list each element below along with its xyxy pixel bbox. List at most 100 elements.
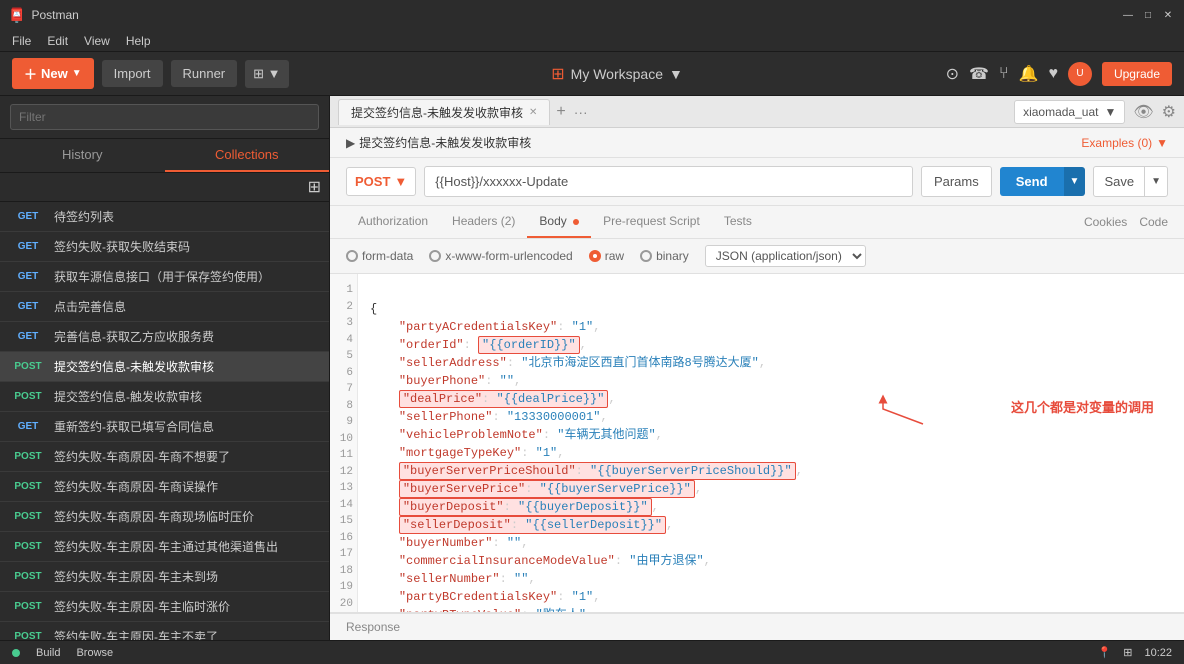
new-button[interactable]: ＋ New ▼ — [12, 58, 94, 89]
more-tabs-button[interactable]: ··· — [570, 104, 592, 120]
status-indicator — [12, 649, 20, 657]
minimize-button[interactable]: — — [1120, 7, 1136, 23]
eye-icon[interactable]: 👁 — [1133, 102, 1153, 122]
environment-selector[interactable]: xiaomada_uat ▼ — [1014, 100, 1125, 124]
workspace-label[interactable]: ⊞ My Workspace ▼ — [551, 64, 683, 84]
toolbar-right: ⊙ ☎ ⑂ 🔔 ♥ U Upgrade — [946, 62, 1172, 86]
radar-icon[interactable]: ⊙ — [946, 64, 959, 84]
method-badge: POST — [10, 390, 46, 403]
radio-urlencoded[interactable]: x-www-form-urlencoded — [429, 249, 572, 263]
examples-label: Examples (0) — [1081, 136, 1152, 150]
params-button[interactable]: Params — [921, 166, 992, 197]
radio-dot-selected — [589, 250, 601, 262]
body-indicator — [573, 219, 579, 225]
add-tab-button[interactable]: + — [552, 103, 569, 121]
method-badge: GET — [10, 300, 46, 313]
code-link[interactable]: Code — [1139, 207, 1168, 237]
send-button[interactable]: Send — [1000, 167, 1064, 196]
list-item[interactable]: GET 重新签约-获取已填写合同信息 ··· — [0, 412, 329, 442]
item-label: 签约失败-获取失败结束码 — [54, 238, 319, 255]
breadcrumb-arrow: ▶ — [346, 136, 355, 150]
maximize-button[interactable]: □ — [1140, 7, 1156, 23]
browse-button[interactable]: Browse — [76, 647, 113, 659]
item-label: 签约失败-车主原因-车主通过其他渠道售出 — [54, 538, 319, 555]
tab-pre-request[interactable]: Pre-request Script — [591, 206, 712, 238]
url-input[interactable] — [424, 166, 913, 197]
method-badge: POST — [10, 630, 46, 640]
build-button[interactable]: Build — [36, 647, 60, 659]
method-badge: GET — [10, 210, 46, 223]
item-label: 完善信息-获取乙方应收服务费 — [54, 328, 319, 345]
menu-view[interactable]: View — [76, 32, 118, 50]
grid-bottom-icon[interactable]: ⊞ — [1123, 646, 1132, 659]
location-icon[interactable]: 📍 — [1098, 646, 1112, 659]
list-item[interactable]: POST 签约失败-车主原因-车主未到场 — [0, 562, 329, 592]
send-dropdown-button[interactable]: ▼ — [1064, 167, 1086, 196]
fork-icon[interactable]: ⑂ — [999, 65, 1009, 83]
tab-collections[interactable]: Collections — [165, 139, 330, 172]
method-badge: POST — [10, 540, 46, 553]
list-item[interactable]: GET 点击完善信息 — [0, 292, 329, 322]
tab-close-icon[interactable]: ✕ — [529, 107, 537, 118]
dropdown-arrow-icon: ▼ — [72, 68, 82, 79]
phone-icon[interactable]: ☎ — [969, 64, 989, 84]
menubar: File Edit View Help — [0, 30, 1184, 52]
upgrade-button[interactable]: Upgrade — [1102, 62, 1172, 86]
request-tab[interactable]: 提交签约信息-未触发发收款审核 ✕ — [338, 99, 550, 125]
tab-tests[interactable]: Tests — [712, 206, 764, 238]
item-label: 获取车源信息接口（用于保存签约使用） — [54, 268, 319, 285]
save-dropdown-button[interactable]: ▼ — [1145, 166, 1168, 197]
environment-label: xiaomada_uat — [1023, 105, 1098, 119]
radio-form-data[interactable]: form-data — [346, 249, 413, 263]
tab-authorization[interactable]: Authorization — [346, 206, 440, 238]
list-item[interactable]: GET 待签约列表 — [0, 202, 329, 232]
list-item[interactable]: POST 签约失败-车主原因-车主不卖了 — [0, 622, 329, 640]
import-button[interactable]: Import — [102, 60, 163, 87]
app-icon: 📮 — [8, 7, 25, 24]
radio-binary[interactable]: binary — [640, 249, 689, 263]
search-input[interactable] — [10, 104, 319, 130]
method-badge: GET — [10, 330, 46, 343]
tab-body[interactable]: Body — [527, 206, 591, 238]
list-item[interactable]: POST 签约失败-车商原因-车商不想要了 — [0, 442, 329, 472]
add-collection-icon[interactable]: ⊞ — [308, 177, 321, 197]
method-select[interactable]: POST ▼ — [346, 167, 416, 196]
list-item[interactable]: POST 签约失败-车商原因-车商误操作 — [0, 472, 329, 502]
radio-raw[interactable]: raw — [589, 249, 624, 263]
list-item[interactable]: GET 获取车源信息接口（用于保存签约使用） — [0, 262, 329, 292]
item-label: 重新签约-获取已填写合同信息 — [54, 418, 305, 435]
main-layout: History Collections ⊞ GET 待签约列表 GET 签约失败… — [0, 96, 1184, 640]
save-button[interactable]: Save — [1093, 166, 1145, 197]
sync-button[interactable]: ⊞ ▼ — [245, 60, 288, 88]
list-item[interactable]: POST 签约失败-车商原因-车商现场临时压价 — [0, 502, 329, 532]
json-format-select[interactable]: JSON (application/json) — [705, 245, 866, 267]
examples-link[interactable]: Examples (0) ▼ — [1081, 136, 1168, 150]
list-item[interactable]: POST 签约失败-车主原因-车主通过其他渠道售出 — [0, 532, 329, 562]
method-badge: GET — [10, 420, 46, 433]
method-badge: POST — [10, 570, 46, 583]
radio-dot — [640, 250, 652, 262]
response-label: Response — [346, 620, 400, 634]
menu-file[interactable]: File — [4, 32, 39, 50]
menu-edit[interactable]: Edit — [39, 32, 76, 50]
code-editor[interactable]: 12345 678910 1112131415 1617181920 21 { … — [330, 274, 1184, 613]
runner-button[interactable]: Runner — [171, 60, 238, 87]
sub-tab-right: Cookies Code — [1084, 207, 1168, 237]
tab-history[interactable]: History — [0, 139, 165, 172]
list-item[interactable]: GET 签约失败-获取失败结束码 — [0, 232, 329, 262]
list-item[interactable]: POST 提交签约信息-触发收款审核 — [0, 382, 329, 412]
list-item-active[interactable]: POST 提交签约信息-未触发收款审核 — [0, 352, 329, 382]
tab-headers[interactable]: Headers (2) — [440, 206, 527, 238]
settings-icon[interactable]: ⚙ — [1162, 102, 1176, 122]
close-button[interactable]: ✕ — [1160, 7, 1176, 23]
list-item[interactable]: POST 签约失败-车主原因-车主临时涨价 — [0, 592, 329, 622]
response-bar: Response — [330, 613, 1184, 640]
heart-icon[interactable]: ♥ — [1048, 65, 1058, 83]
bell-icon[interactable]: 🔔 — [1019, 64, 1039, 84]
radio-dot — [429, 250, 441, 262]
avatar[interactable]: U — [1068, 62, 1092, 86]
cookies-link[interactable]: Cookies — [1084, 207, 1127, 237]
list-item[interactable]: GET 完善信息-获取乙方应收服务费 — [0, 322, 329, 352]
method-badge: POST — [10, 360, 46, 373]
menu-help[interactable]: Help — [118, 32, 159, 50]
